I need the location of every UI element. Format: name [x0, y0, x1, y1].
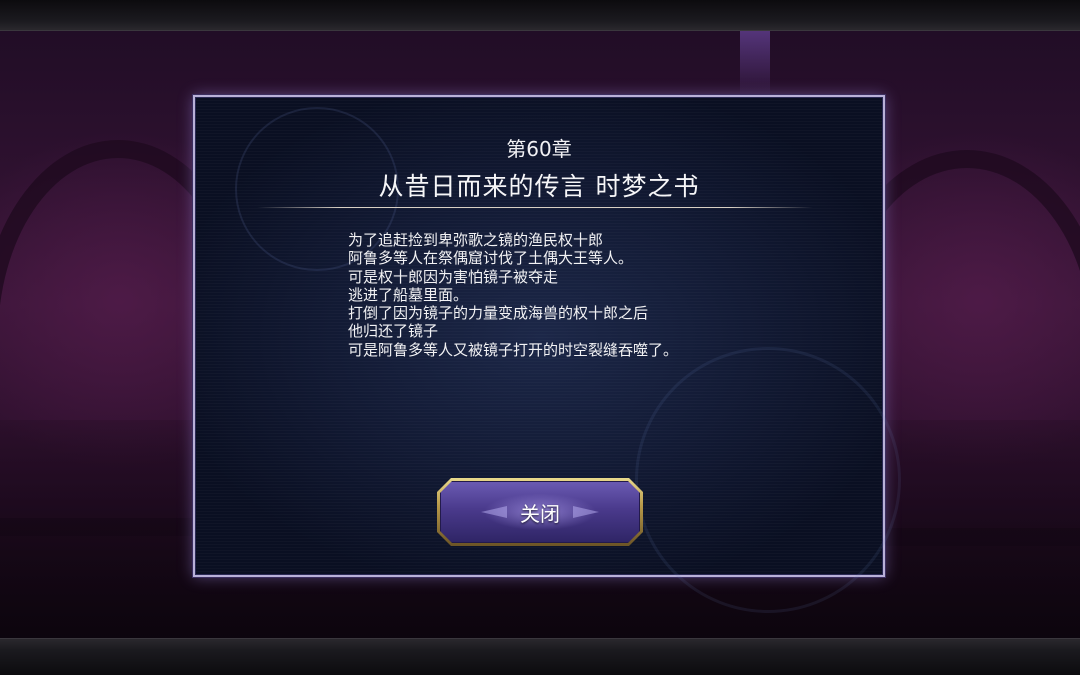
story-line: 阿鲁多等人在祭偶窟讨伐了土偶大王等人。 — [348, 249, 634, 268]
story-text: 为了追赶捡到卑弥歌之镜的渔民权十郎 阿鲁多等人在祭偶窟讨伐了土偶大王等人。 可是… — [348, 231, 828, 359]
story-line: 他归还了镜子 — [348, 322, 439, 341]
title-divider — [257, 207, 813, 208]
arrow-left-icon — [481, 506, 507, 518]
background-light-beam — [740, 30, 770, 100]
story-line: 为了追赶捡到卑弥歌之镜的渔民权十郎 — [348, 231, 604, 249]
story-line: 逃进了船墓里面。 — [348, 285, 469, 304]
top-frame-bar — [0, 0, 1080, 31]
chapter-title: 从昔日而来的传言 时梦之书 — [378, 172, 700, 201]
chapter-dialog: 第60章 从昔日而来的传言 时梦之书 为了追赶捡到卑弥歌之镜的渔民权十郎 阿鲁多… — [193, 95, 901, 613]
story-line: 可是阿鲁多等人又被镜子打开的时空裂缝吞噬了。 — [348, 340, 679, 359]
panel-ornament-right — [635, 347, 901, 613]
story-line: 可是权十郎因为害怕镜子被夺走 — [348, 267, 559, 286]
story-line: 打倒了因为镜子的力量变成海兽的权十郎之后 — [348, 304, 649, 323]
bottom-frame-bar — [0, 638, 1080, 675]
chapter-number: 第60章 — [506, 137, 572, 161]
close-button-face[interactable]: 关闭 — [440, 481, 640, 543]
close-button[interactable]: 关闭 — [437, 478, 643, 546]
close-button-label: 关闭 — [520, 501, 560, 526]
arrow-right-icon — [573, 506, 599, 518]
